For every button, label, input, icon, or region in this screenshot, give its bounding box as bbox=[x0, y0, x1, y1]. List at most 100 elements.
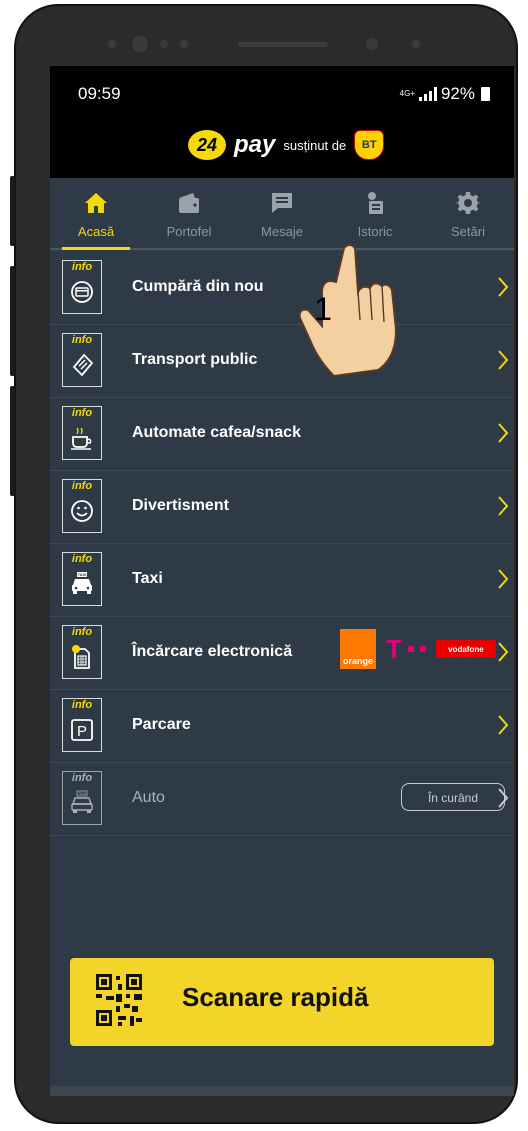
car-icon: TAXI bbox=[71, 790, 93, 813]
sensor-dot bbox=[412, 40, 420, 48]
service-list: info Cumpără din nou info Transport publ… bbox=[50, 252, 514, 836]
qr-code-icon bbox=[96, 974, 142, 1026]
service-icon-box: info TAXI bbox=[62, 552, 102, 606]
chevron-right-icon bbox=[498, 788, 509, 808]
sim-card-icon bbox=[72, 645, 90, 669]
sensor-dot bbox=[180, 40, 188, 48]
telekom-t: T bbox=[386, 633, 402, 664]
step-number: 1 bbox=[314, 291, 332, 327]
chevron-right-icon bbox=[498, 350, 509, 370]
chevron-right-icon bbox=[498, 496, 509, 516]
chevron-right-icon bbox=[498, 569, 509, 589]
brand-logo: 24 pay susținut de BT bbox=[188, 130, 385, 160]
tab-label: Mesaje bbox=[261, 224, 303, 239]
info-tag: info bbox=[71, 261, 93, 273]
app-screen: 09:59 4G+ 92% 24 pay susținut de BT Acas… bbox=[50, 66, 514, 1096]
service-row-transport-public[interactable]: info Transport public bbox=[50, 325, 514, 398]
battery-icon bbox=[481, 87, 490, 101]
status-indicators: 4G+ 92% bbox=[400, 84, 490, 104]
info-tag: info bbox=[71, 480, 93, 492]
supported-by-label: susținut de bbox=[283, 137, 347, 153]
chevron-right-icon bbox=[498, 642, 509, 662]
logo-24: 24 bbox=[188, 130, 226, 160]
parking-icon: P bbox=[71, 719, 93, 741]
info-tag: info bbox=[71, 699, 93, 711]
tab-portofel[interactable]: Portofel bbox=[143, 178, 235, 248]
chevron-right-icon bbox=[498, 715, 509, 735]
logo-pay: pay bbox=[234, 131, 276, 158]
service-label: Automate cafea/snack bbox=[132, 424, 301, 441]
rebuy-card-icon bbox=[71, 281, 93, 303]
tab-label: Portofel bbox=[166, 224, 212, 239]
service-label: Parcare bbox=[132, 716, 191, 733]
info-tag: info bbox=[71, 626, 93, 638]
quick-scan-label: Scanare rapidă bbox=[182, 982, 369, 1012]
tab-acasa[interactable]: Acasă bbox=[50, 178, 142, 250]
wallet-icon bbox=[179, 193, 199, 213]
service-icon-box: info bbox=[62, 625, 102, 679]
message-icon bbox=[272, 193, 292, 213]
tab-setari[interactable]: Setări bbox=[422, 178, 514, 248]
brand-header: 24 pay susținut de BT bbox=[50, 120, 514, 178]
service-label: Auto bbox=[132, 789, 165, 806]
info-tag: info bbox=[71, 772, 93, 784]
power-button bbox=[10, 386, 15, 496]
camera-lens bbox=[132, 36, 148, 52]
gear-icon bbox=[455, 192, 481, 214]
top-bezel bbox=[16, 6, 516, 66]
coming-soon-badge: În curând bbox=[401, 783, 505, 811]
smiley-icon bbox=[71, 500, 93, 522]
service-row-parcare[interactable]: info P Parcare bbox=[50, 690, 514, 763]
service-icon-box: info P bbox=[62, 698, 102, 752]
tab-label: Istoric bbox=[357, 224, 393, 239]
service-icon-box: info TAXI bbox=[62, 771, 102, 825]
nav-bar bbox=[50, 1086, 514, 1096]
service-label: Transport public bbox=[132, 351, 258, 368]
service-label: Încărcare electronică bbox=[132, 643, 293, 660]
volume-button bbox=[10, 176, 15, 246]
taxi-icon: TAXI bbox=[72, 572, 92, 594]
earpiece-speaker bbox=[238, 42, 328, 47]
info-tag: info bbox=[71, 407, 93, 419]
coffee-cup-icon bbox=[71, 427, 92, 450]
ticket-icon bbox=[72, 353, 94, 377]
service-row-taxi[interactable]: info TAXI Taxi bbox=[50, 544, 514, 617]
front-camera bbox=[366, 38, 378, 50]
tab-label: Setări bbox=[451, 224, 485, 239]
service-label: Taxi bbox=[132, 570, 163, 587]
status-time: 09:59 bbox=[78, 84, 121, 103]
phone-frame: 09:59 4G+ 92% 24 pay susținut de BT Acas… bbox=[10, 4, 518, 1124]
service-icon-box: info bbox=[62, 260, 102, 314]
history-icon bbox=[368, 192, 383, 214]
telekom-logo: T bbox=[386, 634, 426, 665]
service-icon-box: info bbox=[62, 333, 102, 387]
taxi-sign: TAXI bbox=[78, 791, 87, 796]
home-icon bbox=[85, 193, 107, 213]
service-icon-box: info bbox=[62, 406, 102, 460]
service-label: Cumpără din nou bbox=[132, 278, 264, 295]
sensor-dot bbox=[160, 40, 168, 48]
service-row-cumpara-din-nou[interactable]: info Cumpără din nou bbox=[50, 252, 514, 325]
tab-mesaje[interactable]: Mesaje bbox=[236, 178, 328, 248]
sensor-dot bbox=[108, 40, 116, 48]
taxi-sign: TAXI bbox=[78, 572, 87, 577]
bixby-button bbox=[10, 266, 15, 376]
network-type: 4G+ bbox=[399, 89, 415, 98]
info-tag: info bbox=[71, 334, 93, 346]
chevron-right-icon bbox=[498, 423, 509, 443]
signal-icon bbox=[418, 87, 437, 101]
service-row-incarcare-electronica[interactable]: info Încărcare electronică orange T voda… bbox=[50, 617, 514, 690]
info-tag: info bbox=[71, 553, 93, 565]
tab-label: Acasă bbox=[77, 224, 115, 239]
service-icon-box: info bbox=[62, 479, 102, 533]
service-row-divertisment[interactable]: info Divertisment bbox=[50, 471, 514, 544]
service-label: Divertisment bbox=[132, 497, 229, 514]
orange-logo: orange bbox=[340, 629, 376, 669]
quick-scan-button[interactable]: Scanare rapidă bbox=[70, 958, 494, 1046]
battery-percent: 92% bbox=[440, 84, 475, 103]
service-row-automate-cafea[interactable]: info Automate cafea/snack bbox=[50, 398, 514, 471]
service-row-auto[interactable]: info TAXI Auto În curând bbox=[50, 763, 514, 836]
bt-bank-logo: BT bbox=[354, 130, 385, 160]
tab-istoric[interactable]: Istoric bbox=[329, 178, 421, 248]
status-bar: 09:59 4G+ 92% bbox=[50, 66, 514, 120]
